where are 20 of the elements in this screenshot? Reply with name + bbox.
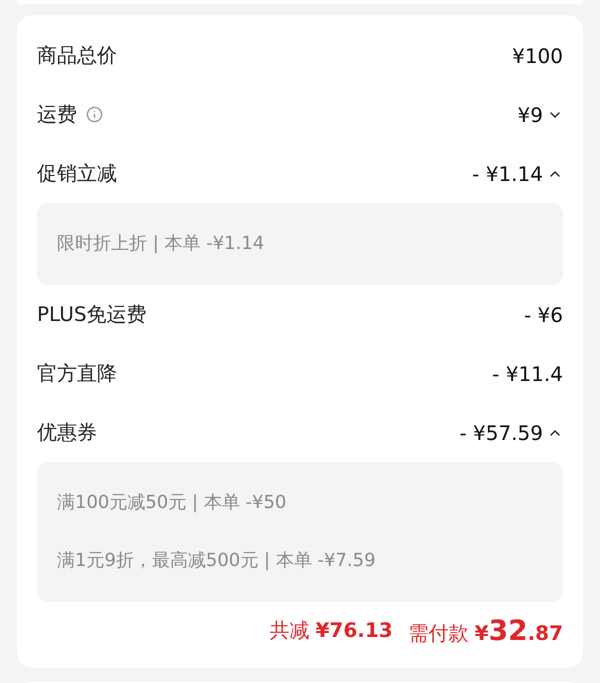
row-label: PLUS免运费 <box>37 301 147 328</box>
row-label: 运费 <box>37 101 77 128</box>
row-label: 官方直降 <box>37 360 117 387</box>
payment-label: 需付款 <box>408 620 469 646</box>
row-label: 促销立减 <box>37 160 117 187</box>
row-amount: - ¥11.4 <box>492 362 563 386</box>
row-label: 商品总价 <box>37 42 117 69</box>
payment-amount: ¥32.87 <box>474 614 563 646</box>
row-amount: - ¥1.14 <box>472 162 543 186</box>
row-amount: - ¥57.59 <box>459 420 543 444</box>
row-amount: - ¥6 <box>524 302 563 326</box>
row-label: 优惠券 <box>37 419 97 446</box>
row-amount: ¥9 <box>518 102 543 126</box>
detail-text: 满1元9折，最高减500元 | 本单 -¥7.59 <box>57 549 377 573</box>
info-icon[interactable] <box>86 106 103 123</box>
discount-amount: ¥76.13 <box>315 618 393 642</box>
discount-label: 共减 <box>269 616 310 644</box>
detail-text: 满100元减50元 | 本单 -¥50 <box>57 491 288 515</box>
row-amount: ¥100 <box>512 44 563 68</box>
detail-text: 限时折上折 | 本单 -¥1.14 <box>57 232 266 256</box>
